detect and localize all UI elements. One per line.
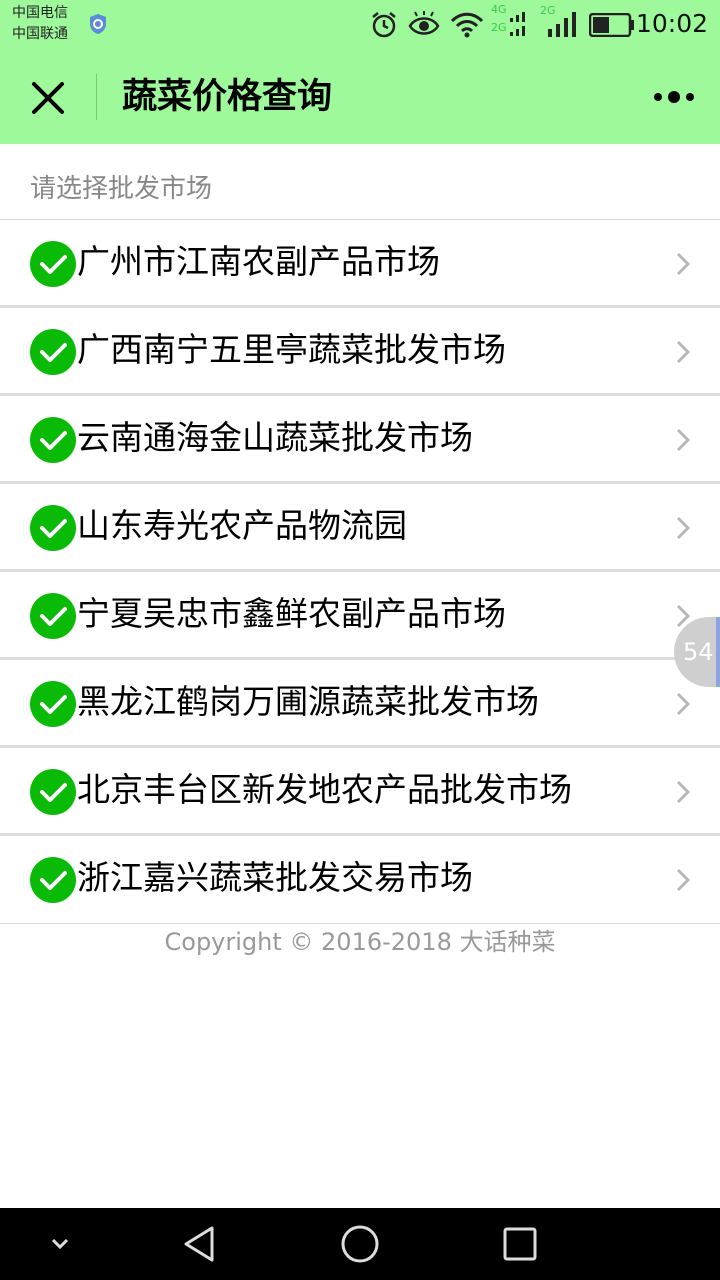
signal-icon-2: [548, 12, 576, 37]
chevron-right-icon: [676, 868, 690, 892]
chevron-right-icon: [676, 780, 690, 804]
floating-badge-value: 54: [683, 638, 714, 666]
nav-divider: [96, 74, 97, 120]
market-name: 广西南宁五里亭蔬菜批发市场: [77, 330, 506, 369]
floating-badge-edge: [716, 617, 720, 687]
list-item[interactable]: 浙江嘉兴蔬菜批发交易市场: [0, 836, 720, 924]
top-bar: 中国电信 中国联通 4G 2G 2G 10:02 蔬菜价格查询: [0, 0, 720, 144]
check-circle-icon: [30, 593, 76, 639]
section-heading-text: 请选择批发市场: [30, 174, 213, 204]
chevron-right-icon: [676, 340, 690, 364]
market-list: 广州市江南农副产品市场 广西南宁五里亭蔬菜批发市场 云南通海金山蔬菜批发市场 山…: [0, 220, 720, 924]
battery-icon: [589, 13, 634, 37]
header-nav: 蔬菜价格查询: [0, 50, 720, 144]
page-title: 蔬菜价格查询: [122, 77, 333, 117]
section-heading: 请选择批发市场: [0, 144, 720, 220]
alarm-icon: [372, 12, 396, 38]
list-item[interactable]: 云南通海金山蔬菜批发市场: [0, 396, 720, 484]
net-label-2g-a: 2G: [491, 21, 507, 34]
more-dots-icon[interactable]: [650, 82, 698, 112]
check-circle-icon: [30, 857, 76, 903]
list-item[interactable]: 北京丰台区新发地农产品批发市场: [0, 748, 720, 836]
market-name: 宁夏吴忠市鑫鲜农副产品市场: [77, 594, 506, 633]
chevron-down-icon[interactable]: [48, 1234, 72, 1254]
shield-icon: [90, 14, 106, 34]
close-icon[interactable]: [26, 76, 70, 120]
wifi-icon: [450, 12, 484, 38]
carrier-1: 中国电信: [12, 5, 68, 21]
status-time: 10:02: [635, 9, 708, 38]
chevron-right-icon: [676, 692, 690, 716]
list-item[interactable]: 黑龙江鹤岗万圃源蔬菜批发市场: [0, 660, 720, 748]
home-icon[interactable]: [340, 1224, 380, 1264]
status-bar: 中国电信 中国联通 4G 2G 2G 10:02: [0, 0, 720, 50]
carrier-names: 中国电信 中国联通: [12, 3, 68, 45]
market-name: 北京丰台区新发地农产品批发市场: [77, 770, 572, 809]
copyright-text: Copyright © 2016-2018 大话种菜: [164, 928, 556, 956]
recents-icon[interactable]: [502, 1224, 538, 1264]
list-item[interactable]: 广西南宁五里亭蔬菜批发市场: [0, 308, 720, 396]
net-label-4g: 4G: [491, 3, 507, 16]
check-circle-icon: [30, 417, 76, 463]
market-name: 云南通海金山蔬菜批发市场: [77, 418, 473, 457]
market-name: 黑龙江鹤岗万圃源蔬菜批发市场: [77, 682, 539, 721]
market-name: 广州市江南农副产品市场: [77, 242, 440, 281]
list-item[interactable]: 宁夏吴忠市鑫鲜农副产品市场: [0, 572, 720, 660]
check-circle-icon: [30, 681, 76, 727]
list-item[interactable]: 广州市江南农副产品市场: [0, 220, 720, 308]
eye-icon: [408, 11, 440, 35]
signal-icon-1: [510, 12, 525, 36]
carrier-2: 中国联通: [12, 26, 68, 42]
chevron-right-icon: [676, 252, 690, 276]
market-name: 山东寿光农产品物流园: [77, 506, 407, 545]
back-icon[interactable]: [180, 1224, 220, 1264]
list-item[interactable]: 山东寿光农产品物流园: [0, 484, 720, 572]
chevron-right-icon: [676, 516, 690, 540]
market-name: 浙江嘉兴蔬菜批发交易市场: [77, 858, 473, 897]
check-circle-icon: [30, 505, 76, 551]
check-circle-icon: [30, 241, 76, 287]
chevron-right-icon: [676, 428, 690, 452]
check-circle-icon: [30, 329, 76, 375]
system-nav-bar: [0, 1208, 720, 1280]
check-circle-icon: [30, 769, 76, 815]
